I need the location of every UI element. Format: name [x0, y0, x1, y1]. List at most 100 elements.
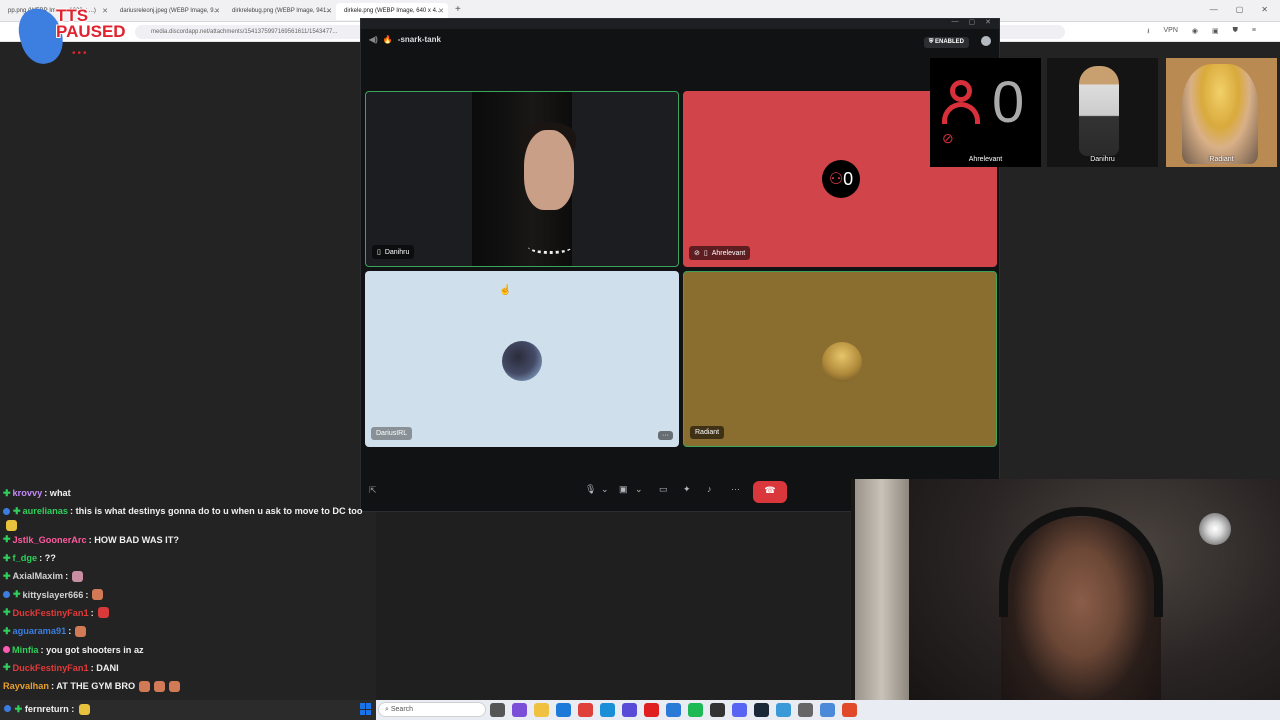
account-icon[interactable]: ◉ [1192, 27, 1198, 38]
chain-shape [528, 240, 572, 254]
soundboard-icon[interactable]: ♪ [707, 484, 712, 494]
chevron-down-icon[interactable]: ⌄ [601, 484, 609, 495]
head-shape [950, 80, 972, 102]
close-tab-icon[interactable]: ✕ [438, 7, 444, 15]
emote-icon [75, 625, 87, 637]
close-tab-icon[interactable]: ✕ [214, 7, 220, 15]
obs-icon[interactable] [710, 703, 725, 717]
thumbnail-label: Danihru [1090, 156, 1115, 163]
video-tile-radiant[interactable]: Radiant [683, 271, 997, 447]
spotify-icon[interactable] [688, 703, 703, 717]
window-controls: — ▢ ✕ [1210, 5, 1268, 14]
opera-icon[interactable] [578, 703, 593, 717]
participant-name: Danihru [384, 248, 410, 256]
face-shape [524, 130, 574, 210]
door-shape [855, 479, 909, 720]
task-view-icon[interactable] [490, 703, 505, 717]
thumbnail-ahrelevant: 0 ⊘ Ahrelevant [930, 58, 1041, 167]
sub-badge-icon: ✚ [3, 552, 11, 563]
close-window-icon[interactable]: ✕ [1261, 5, 1268, 14]
chat-username[interactable]: aguarama91 [13, 626, 67, 636]
browser-tab[interactable]: dariusreleonj.jpeg (WEBP Image, 9... ✕ [112, 3, 224, 20]
vpn-label[interactable]: VPN [1164, 27, 1178, 38]
maximize-icon[interactable]: ▢ [969, 18, 976, 26]
shield-icon[interactable]: ⛊ [1233, 27, 1238, 38]
menu-icon[interactable]: ≡ [1252, 27, 1256, 38]
more-icon[interactable]: ··· [731, 484, 740, 494]
tts-paused-text: TTS PAUSED [56, 6, 126, 41]
settings-icon[interactable] [798, 703, 813, 717]
close-tab-icon[interactable]: ✕ [326, 7, 332, 15]
enabled-label: ENABLED [934, 39, 964, 45]
chat-text: : DANI [90, 662, 119, 673]
chevron-down-icon[interactable]: ⌄ [635, 484, 643, 495]
steam-icon[interactable] [754, 703, 769, 717]
window-controls: — ▢ ✕ [952, 18, 992, 26]
emote-icon [78, 704, 90, 716]
tab-label: dirkrelebug.png (WEBP Image, 941... [232, 8, 332, 14]
activities-icon[interactable]: ✦ [683, 484, 691, 495]
maximize-icon[interactable]: ▢ [1236, 5, 1244, 14]
chat-text: : this is what destinys gonna do to u wh… [70, 506, 363, 517]
app-icon[interactable] [666, 703, 681, 717]
sub-badge-icon: ✚ [14, 704, 23, 714]
download-icon[interactable]: ⭳ [1147, 27, 1149, 38]
search-icon: ⌕ [385, 706, 389, 713]
video-tile-danihru[interactable]: ▯ Danihru [365, 91, 679, 267]
taskbar-icons [490, 703, 857, 717]
chat-username[interactable]: Minfia [12, 645, 39, 655]
disconnect-button[interactable]: ☎ [753, 481, 787, 503]
chat-username[interactable]: Rayvalhan [3, 681, 49, 691]
windows-start-icon[interactable] [360, 703, 372, 715]
store-icon[interactable] [556, 703, 571, 717]
emote-icon [6, 520, 17, 532]
chat-username[interactable]: fernreturn : [25, 704, 75, 714]
chat-username[interactable]: DuckFestinyFan1 [13, 663, 89, 673]
taskbar-search[interactable]: ⌕ Search [378, 702, 486, 717]
chat-username[interactable]: krovvy [13, 488, 43, 498]
chat-username[interactable]: aurelianas [23, 506, 68, 516]
discord-icon[interactable] [732, 703, 747, 717]
file-explorer-icon[interactable] [534, 703, 549, 717]
screen-share-icon[interactable]: ▭ [659, 484, 668, 495]
toolbar-icons: ⭳ VPN ◉ ▣ ⛊ ≡ [1147, 27, 1256, 38]
microphone-icon[interactable]: 🎙 [585, 484, 596, 495]
emote-icon [154, 680, 166, 692]
chat-username[interactable]: f_dge [13, 553, 38, 563]
copilot-icon[interactable] [512, 703, 527, 717]
tts-dots: ••• [72, 48, 89, 59]
chat-username[interactable]: AxialMaxim [13, 571, 64, 581]
user-icon [940, 80, 982, 130]
close-icon[interactable]: ✕ [985, 18, 991, 26]
video-tile-dariusirl[interactable]: ☝ DariusIRL ··· [365, 271, 679, 447]
anime-character-image [1182, 64, 1258, 164]
pink-badge-icon [3, 646, 10, 654]
chat-username[interactable]: DuckFestinyFan1 [13, 608, 89, 618]
enabled-badge[interactable]: ⛨ ENABLED [923, 37, 969, 48]
app-icon[interactable] [820, 703, 835, 717]
chat-bubble-icon[interactable] [981, 36, 991, 46]
youtube-icon[interactable] [644, 703, 659, 717]
chat-message: ✚ AxialMaxim: [0, 567, 376, 585]
taskbar: ✚ fernreturn : ⌕ Search [0, 700, 1280, 720]
minimize-icon[interactable]: — [1210, 5, 1218, 14]
browser-tab[interactable]: dirkrelebug.png (WEBP Image, 941... ✕ [224, 3, 336, 20]
ring-light [1199, 513, 1231, 545]
app-icon[interactable] [842, 703, 857, 717]
camera-off-icon[interactable]: ▣ [619, 484, 628, 495]
edge-icon[interactable] [600, 703, 615, 717]
chat-message: Minfia: you got shooters in az [0, 640, 376, 658]
teams-icon[interactable] [622, 703, 637, 717]
emote-icon [139, 680, 151, 692]
more-options-icon[interactable]: ··· [658, 431, 673, 440]
minimize-icon[interactable]: — [952, 18, 959, 26]
sub-badge-icon: ✚ [3, 607, 11, 618]
flame-icon: 🔥 [382, 35, 393, 44]
new-tab-icon[interactable]: + [455, 4, 461, 15]
extension-icon[interactable]: ▣ [1212, 27, 1219, 38]
app-icon[interactable] [776, 703, 791, 717]
avatar [502, 341, 542, 381]
chat-username[interactable]: kittyslayer666 [23, 590, 84, 600]
chat-username[interactable]: Jstlk_GoonerArc [13, 535, 87, 545]
stream-chat: ✚ krovvy: what ✚ aurelianas: this is what … [0, 484, 376, 700]
